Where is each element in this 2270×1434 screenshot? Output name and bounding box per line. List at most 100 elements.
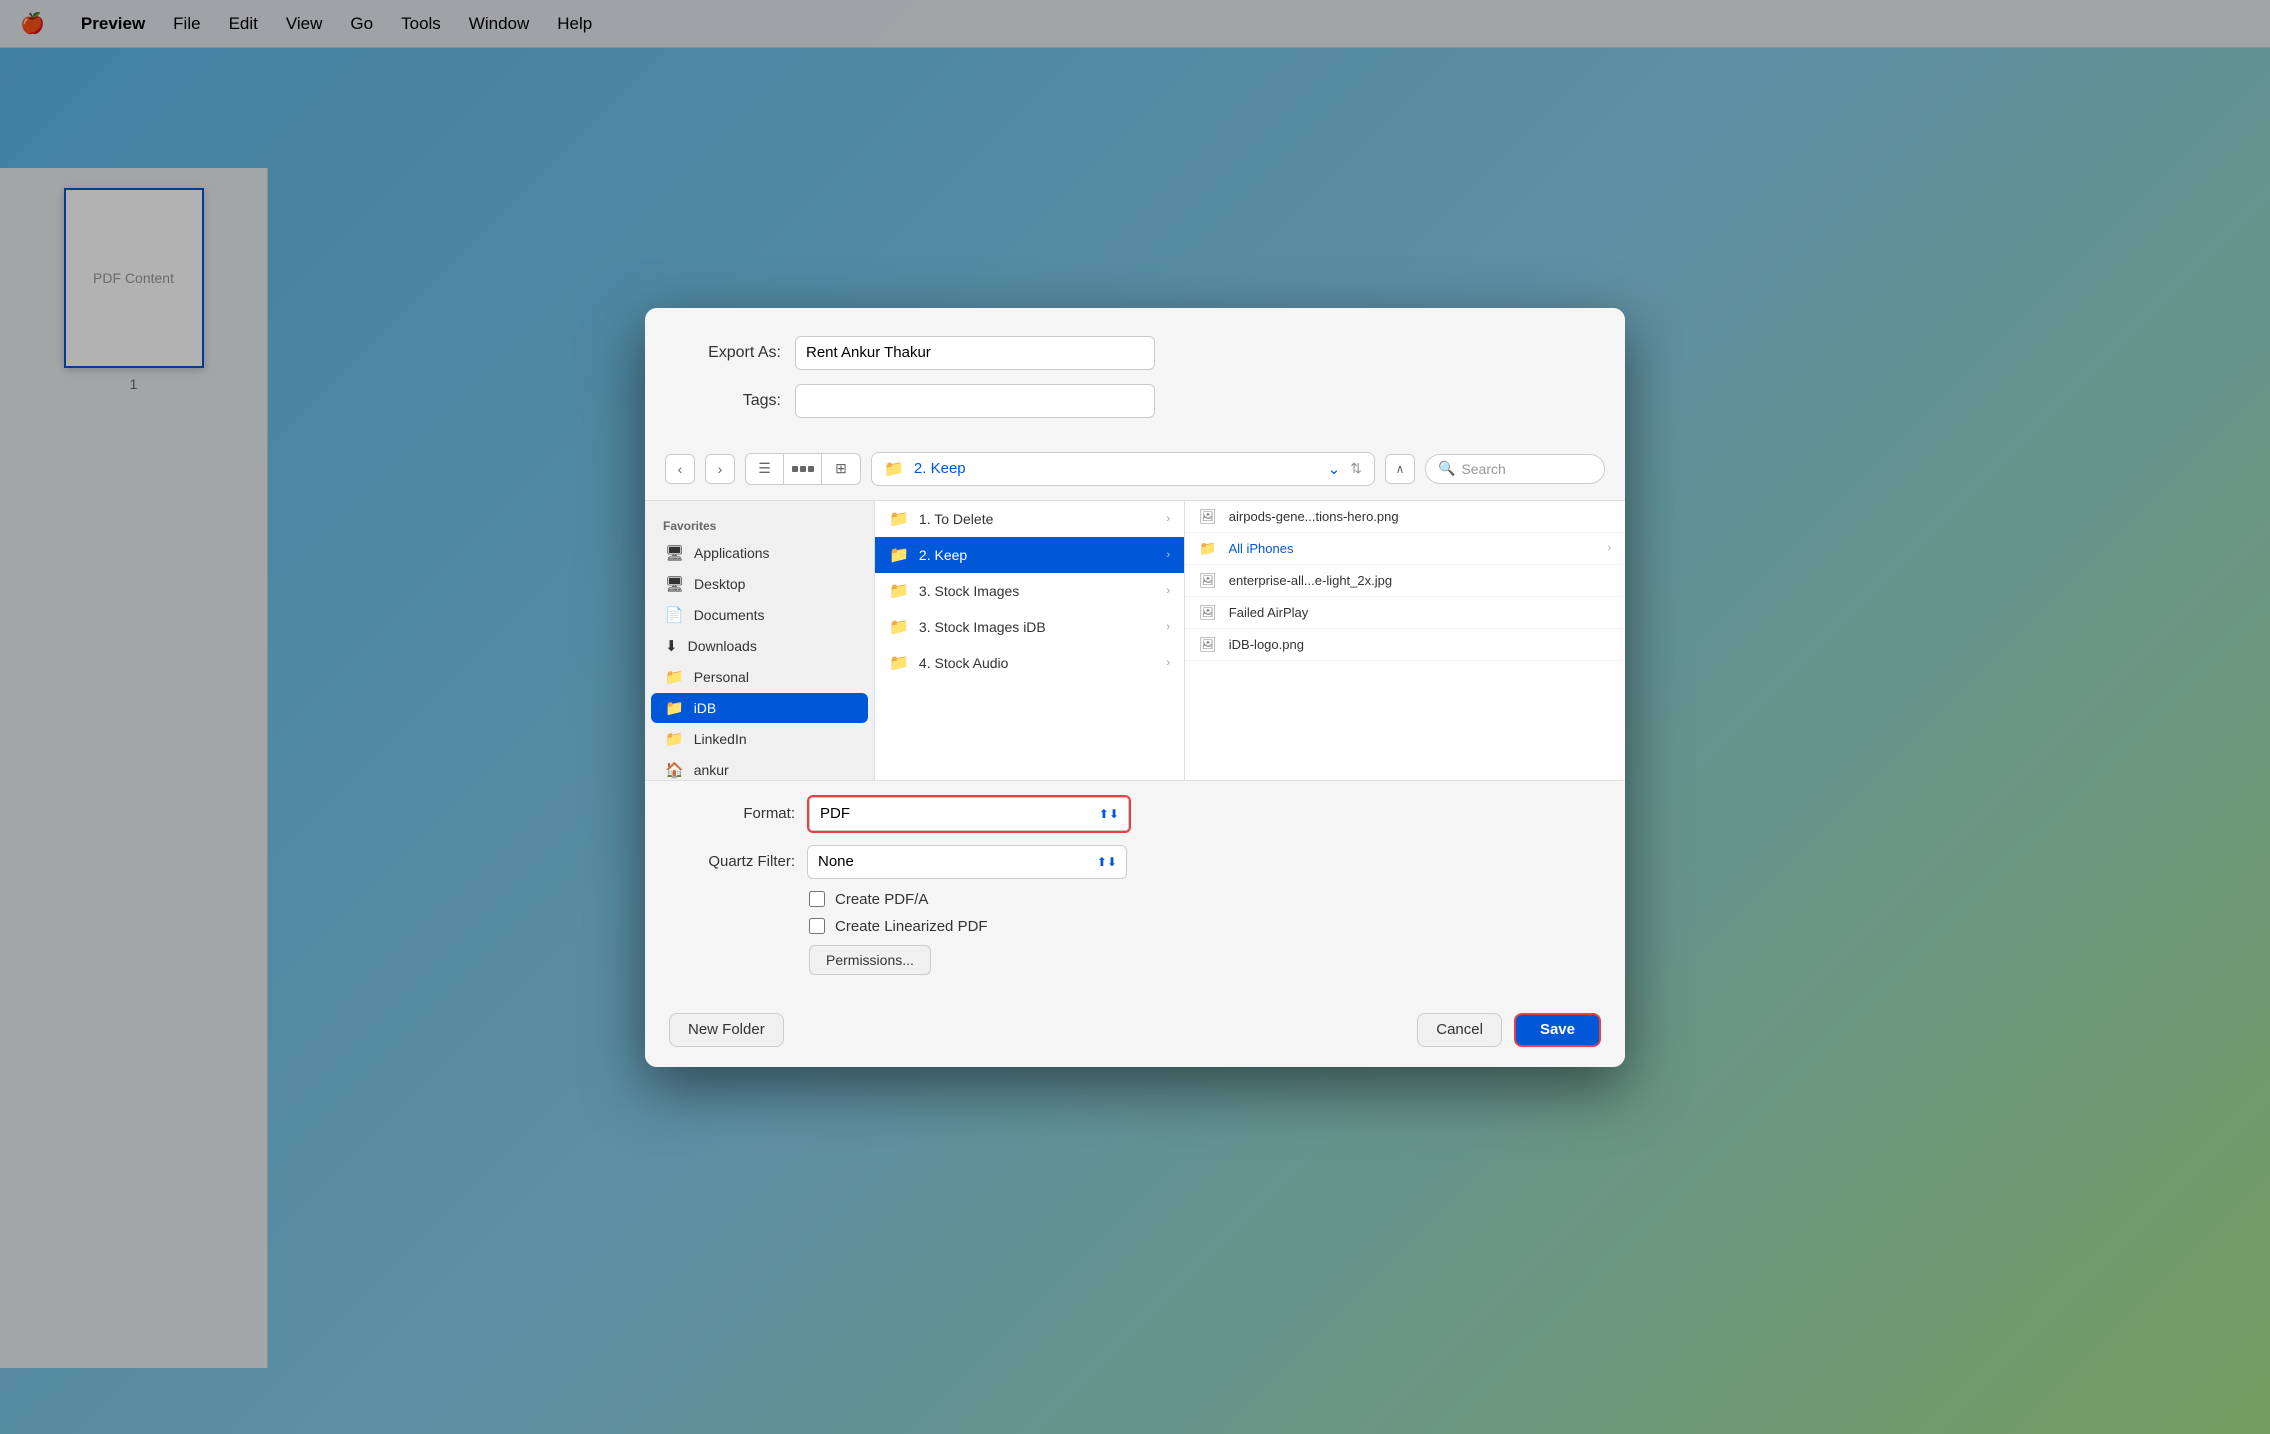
applications-icon: 🖥 — [665, 544, 684, 562]
idb-icon: 📁 — [665, 699, 684, 717]
ankur-label: ankur — [694, 762, 729, 778]
personal-label: Personal — [694, 669, 749, 685]
folder-to-delete[interactable]: 📁 1. To Delete › — [875, 501, 1184, 537]
create-linearized-row: Create Linearized PDF — [665, 918, 1605, 935]
sidebar-item-applications[interactable]: 🖥 Applications — [651, 538, 868, 568]
file-all-iphones-chevron: › — [1607, 542, 1611, 554]
folder-stock-images-chevron: › — [1166, 585, 1170, 597]
tags-row: Tags: — [685, 384, 1585, 418]
format-select[interactable]: PDF JPEG PNG TIFF — [809, 797, 1129, 831]
file-idb-logo[interactable]: 🖼 iDB-logo.png — [1185, 629, 1625, 661]
desktop-icon: 🖥 — [665, 575, 684, 593]
cancel-button[interactable]: Cancel — [1417, 1013, 1502, 1047]
file-airpods-icon: 🖼 — [1199, 508, 1217, 525]
footer-actions: Cancel Save — [1417, 1013, 1601, 1047]
export-row: Export As: — [685, 336, 1585, 370]
quartz-row: Quartz Filter: None ⬆⬇ — [665, 845, 1605, 879]
export-as-label: Export As: — [685, 344, 795, 362]
create-linearized-checkbox[interactable] — [809, 918, 825, 934]
file-panel: 🖼 airpods-gene...tions-hero.png 📁 All iP… — [1185, 501, 1625, 780]
sidebar-navigation: Favorites 🖥 Applications 🖥 Desktop 📄 Doc… — [645, 501, 875, 780]
folder-stock-images-icon: 📁 — [889, 581, 909, 601]
idb-label: iDB — [694, 700, 717, 716]
folder-stock-images-idb-label: 3. Stock Images iDB — [919, 619, 1046, 635]
applications-label: Applications — [694, 545, 770, 561]
file-idb-logo-label: iDB-logo.png — [1229, 637, 1304, 652]
sidebar-item-personal[interactable]: 📁 Personal — [651, 662, 868, 692]
file-failed-airplay-label: Failed AirPlay — [1229, 605, 1308, 620]
file-failed-airplay[interactable]: 🖼 Failed AirPlay — [1185, 597, 1625, 629]
sidebar-item-ankur[interactable]: 🏠 ankur — [651, 755, 868, 780]
folder-icon: 📁 — [884, 459, 904, 479]
ankur-icon: 🏠 — [665, 761, 684, 779]
save-button[interactable]: Save — [1514, 1013, 1601, 1047]
file-all-iphones[interactable]: 📁 All iPhones › — [1185, 533, 1625, 565]
browser-content: Favorites 🖥 Applications 🖥 Desktop 📄 Doc… — [645, 500, 1625, 780]
tags-input[interactable] — [795, 384, 1155, 418]
sidebar-item-linkedin[interactable]: 📁 LinkedIn — [651, 724, 868, 754]
folder-stock-images-idb[interactable]: 📁 3. Stock Images iDB › — [875, 609, 1184, 645]
location-chevron-icon: ⌄ — [1328, 460, 1341, 478]
quartz-label: Quartz Filter: — [665, 853, 795, 870]
folder-stock-audio-icon: 📁 — [889, 653, 909, 673]
folder-keep[interactable]: 📁 2. Keep › — [875, 537, 1184, 573]
new-folder-button[interactable]: New Folder — [669, 1013, 784, 1047]
folder-stock-audio[interactable]: 📁 4. Stock Audio › — [875, 645, 1184, 681]
file-idb-logo-icon: 🖼 — [1199, 636, 1217, 653]
sidebar-item-desktop[interactable]: 🖥 Desktop — [651, 569, 868, 599]
file-all-iphones-icon: 📁 — [1199, 540, 1216, 557]
folder-stock-images[interactable]: 📁 3. Stock Images › — [875, 573, 1184, 609]
export-as-input[interactable] — [795, 336, 1155, 370]
folder-to-delete-label: 1. To Delete — [919, 511, 993, 527]
format-select-container: PDF JPEG PNG TIFF ⬆⬇ — [807, 795, 1131, 833]
folder-keep-icon: 📁 — [889, 545, 909, 565]
folder-panel: 📁 1. To Delete › 📁 2. Keep › 📁 3. Stock … — [875, 501, 1185, 780]
file-enterprise[interactable]: 🖼 enterprise-all...e-light_2x.jpg — [1185, 565, 1625, 597]
format-label: Format: — [665, 805, 795, 822]
permissions-button[interactable]: Permissions... — [809, 945, 931, 975]
stepper-icon: ⇅ — [1350, 460, 1362, 477]
search-box[interactable]: 🔍 Search — [1425, 454, 1605, 484]
save-dialog: Export As: Tags: ‹ › ☰ ⊞ 📁 — [645, 308, 1625, 1067]
create-linearized-label: Create Linearized PDF — [835, 918, 988, 935]
forward-button[interactable]: › — [705, 454, 735, 484]
file-failed-airplay-icon: 🖼 — [1199, 604, 1217, 621]
downloads-label: Downloads — [688, 638, 757, 654]
browser-toolbar: ‹ › ☰ ⊞ 📁 2. Keep ⌄ ⇅ ∧ 🔍 Search — [645, 452, 1625, 500]
list-view-button[interactable]: ☰ — [746, 454, 784, 484]
search-placeholder: Search — [1461, 461, 1505, 477]
dialog-overlay: Export As: Tags: ‹ › ☰ ⊞ 📁 — [0, 0, 2270, 1434]
back-button[interactable]: ‹ — [665, 454, 695, 484]
quartz-select-container: None ⬆⬇ — [807, 845, 1127, 879]
folder-to-delete-icon: 📁 — [889, 509, 909, 529]
up-directory-button[interactable]: ∧ — [1385, 454, 1415, 484]
dialog-header: Export As: Tags: — [645, 308, 1625, 452]
quartz-select[interactable]: None — [807, 845, 1127, 879]
file-all-iphones-label: All iPhones — [1228, 541, 1293, 556]
dialog-footer: New Folder Cancel Save — [645, 999, 1625, 1067]
location-text: 2. Keep — [914, 460, 966, 477]
desktop-label: Desktop — [694, 576, 745, 592]
favorites-section-title: Favorites — [645, 511, 874, 537]
folder-stock-images-idb-chevron: › — [1166, 621, 1170, 633]
tags-label: Tags: — [685, 392, 795, 410]
sidebar-item-idb[interactable]: 📁 iDB — [651, 693, 868, 723]
personal-icon: 📁 — [665, 668, 684, 686]
column-view-button[interactable] — [784, 454, 822, 484]
permissions-row: Permissions... — [665, 945, 1605, 975]
create-pdfa-label: Create PDF/A — [835, 891, 928, 908]
folder-stock-images-label: 3. Stock Images — [919, 583, 1019, 599]
folder-stock-images-idb-icon: 📁 — [889, 617, 909, 637]
folder-to-delete-chevron: › — [1166, 513, 1170, 525]
location-bar[interactable]: 📁 2. Keep ⌄ ⇅ — [871, 452, 1375, 486]
folder-keep-label: 2. Keep — [919, 547, 967, 563]
documents-icon: 📄 — [665, 606, 684, 624]
sidebar-item-documents[interactable]: 📄 Documents — [651, 600, 868, 630]
search-icon: 🔍 — [1438, 460, 1455, 477]
sidebar-item-downloads[interactable]: ⬇ Downloads — [651, 631, 868, 661]
file-airpods[interactable]: 🖼 airpods-gene...tions-hero.png — [1185, 501, 1625, 533]
grid-view-button[interactable]: ⊞ — [822, 454, 860, 484]
create-pdfa-checkbox[interactable] — [809, 891, 825, 907]
linkedin-label: LinkedIn — [694, 731, 747, 747]
file-enterprise-icon: 🖼 — [1199, 572, 1217, 589]
